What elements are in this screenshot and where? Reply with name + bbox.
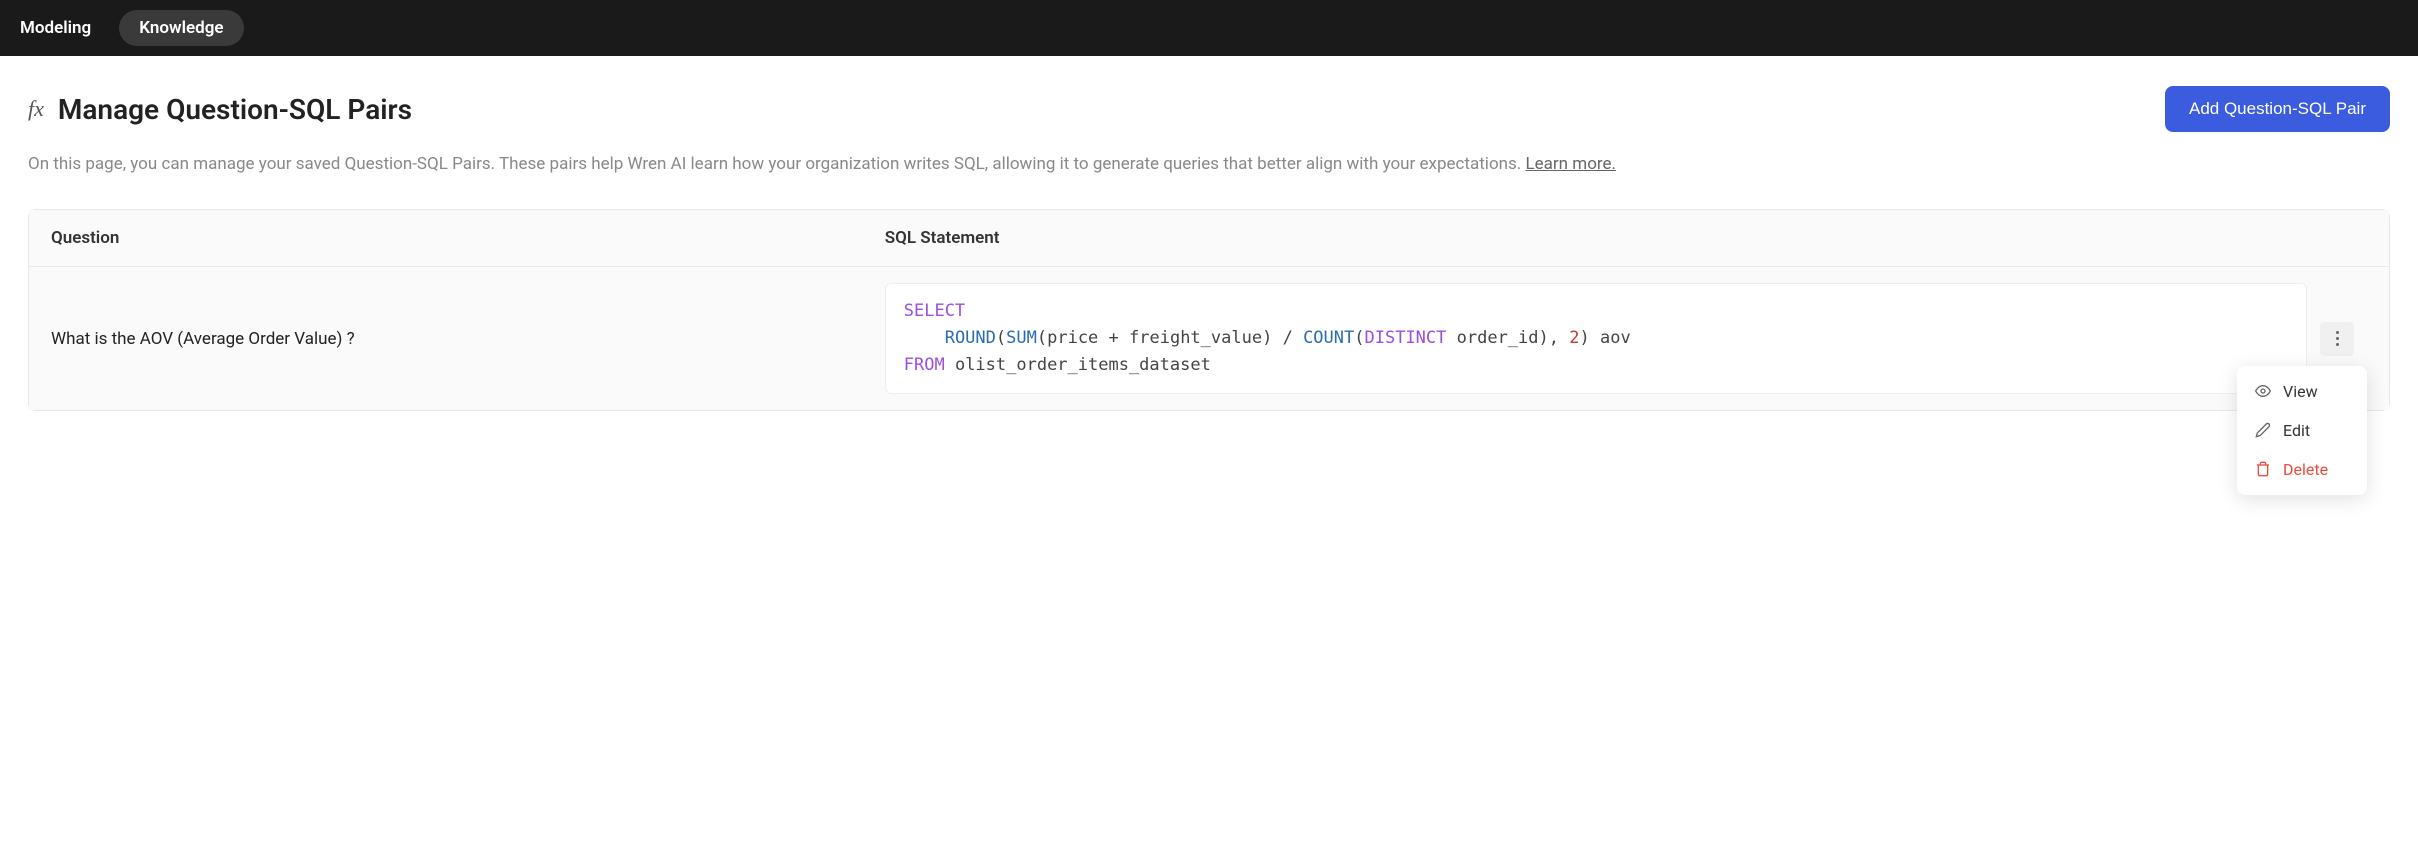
menu-label-delete: Delete — [2283, 460, 2328, 479]
description-text: On this page, you can manage your saved … — [28, 154, 1526, 174]
page-header: fx Manage Question-SQL Pairs Add Questio… — [28, 86, 2390, 132]
menu-item-view[interactable]: View — [2237, 372, 2367, 411]
column-header-sql: SQL Statement — [885, 228, 2307, 248]
learn-more-link[interactable]: Learn more. — [1526, 154, 1617, 174]
pencil-icon — [2255, 422, 2271, 438]
sql-code-block: SELECT ROUND(SUM(price + freight_value) … — [885, 283, 2307, 395]
column-header-actions — [2307, 228, 2367, 248]
question-sql-table: Question SQL Statement What is the AOV (… — [28, 209, 2390, 412]
table-header: Question SQL Statement — [29, 210, 2389, 267]
more-actions-button[interactable] — [2320, 322, 2354, 356]
menu-label-edit: Edit — [2283, 421, 2310, 440]
menu-item-delete[interactable]: Delete — [2237, 450, 2367, 489]
fx-icon: fx — [28, 96, 44, 122]
question-cell: What is the AOV (Average Order Value) ? — [51, 329, 885, 349]
eye-icon — [2255, 383, 2271, 399]
column-header-question: Question — [51, 228, 885, 248]
add-question-sql-pair-button[interactable]: Add Question-SQL Pair — [2165, 86, 2390, 132]
table-row: What is the AOV (Average Order Value) ? … — [29, 267, 2389, 411]
sql-cell: SELECT ROUND(SUM(price + freight_value) … — [885, 283, 2307, 395]
trash-icon — [2255, 461, 2271, 477]
menu-label-view: View — [2283, 382, 2318, 401]
dots-icon — [2336, 331, 2339, 334]
page-title-wrap: fx Manage Question-SQL Pairs — [28, 93, 412, 126]
top-nav: Modeling Knowledge — [0, 0, 2418, 56]
menu-item-edit[interactable]: Edit — [2237, 411, 2367, 450]
page-title: Manage Question-SQL Pairs — [58, 93, 412, 126]
tab-modeling[interactable]: Modeling — [0, 10, 111, 46]
page-description: On this page, you can manage your saved … — [28, 150, 2390, 179]
tab-knowledge[interactable]: Knowledge — [119, 10, 243, 46]
actions-cell: View Edit Delete — [2307, 322, 2367, 356]
actions-dropdown: View Edit Delete — [2237, 366, 2367, 495]
page-content: fx Manage Question-SQL Pairs Add Questio… — [0, 56, 2418, 441]
